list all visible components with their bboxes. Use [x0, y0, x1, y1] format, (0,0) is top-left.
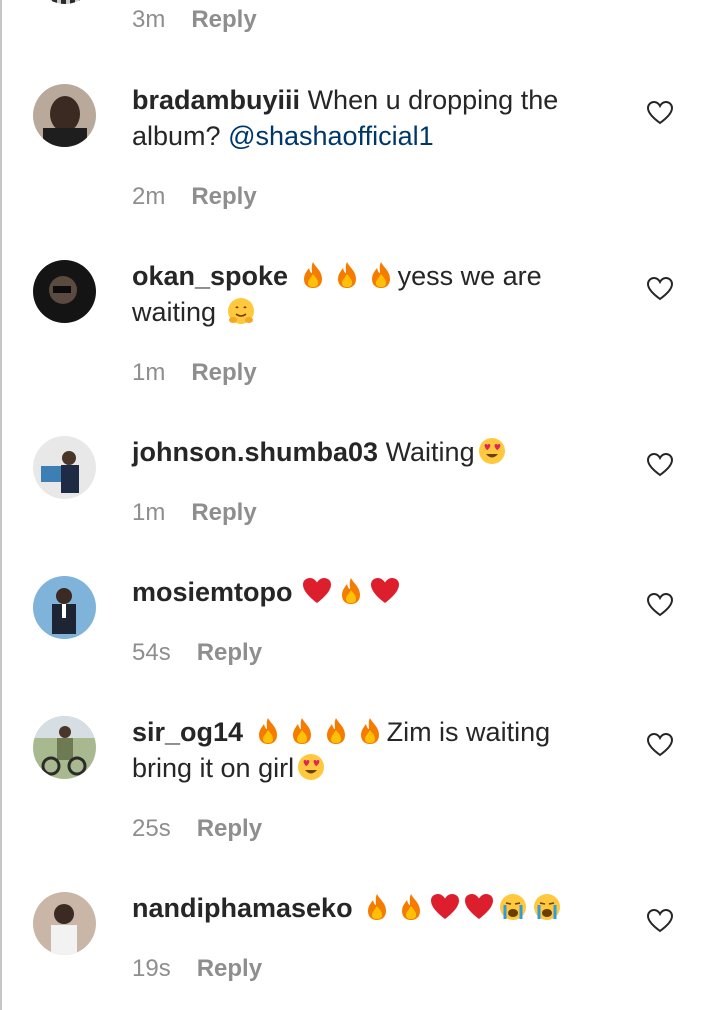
comment-text: sir_og14 Zim is waiting bring it on girl [132, 714, 582, 786]
heart-outline-icon[interactable] [647, 453, 673, 477]
time-label: 2m [132, 183, 166, 210]
username[interactable]: mosiemtopo [132, 577, 293, 607]
comment-text: nandiphamaseko [132, 890, 582, 926]
comment-meta: 19s Reply [132, 955, 262, 983]
avatar[interactable] [33, 84, 96, 147]
reply-button[interactable]: Reply [191, 499, 256, 527]
comment-body: Waiting [385, 437, 475, 467]
red-heart-emoji [464, 892, 494, 922]
time-label: 3m [132, 6, 166, 33]
reply-button[interactable]: Reply [191, 183, 256, 211]
avatar[interactable] [34, 0, 96, 4]
username[interactable]: sir_og14 [132, 717, 243, 747]
fire-emoji [332, 260, 362, 290]
time-label: 1m [132, 499, 166, 526]
avatar[interactable] [33, 716, 96, 779]
screen-edge [0, 0, 2, 1010]
username[interactable]: johnson.shumba03 [132, 437, 378, 467]
reply-button[interactable]: Reply [197, 639, 262, 667]
fire-emoji [355, 716, 385, 746]
red-heart-emoji [302, 576, 332, 606]
red-heart-emoji [430, 892, 460, 922]
time-label: 19s [132, 955, 171, 982]
fire-emoji [321, 716, 351, 746]
mention-link[interactable]: @shashaofficial1 [228, 121, 434, 151]
avatar[interactable] [33, 576, 96, 639]
fire-emoji [366, 260, 396, 290]
comment-meta: 25s Reply [132, 815, 262, 843]
red-heart-emoji [370, 576, 400, 606]
time-label: 1m [132, 359, 166, 386]
fire-emoji [362, 892, 392, 922]
time-label: 25s [132, 815, 171, 842]
heart-eyes-emoji [296, 752, 326, 782]
avatar[interactable] [33, 892, 96, 955]
heart-outline-icon[interactable] [647, 909, 673, 933]
comment-meta: 1m Reply [132, 359, 257, 387]
comment-text: johnson.shumba03 Waiting [132, 434, 582, 470]
fire-emoji [287, 716, 317, 746]
reply-button[interactable]: Reply [191, 6, 256, 34]
fire-emoji [298, 260, 328, 290]
reply-button[interactable]: Reply [197, 955, 262, 983]
comment-meta: 54s Reply [132, 639, 262, 667]
username[interactable]: okan_spoke [132, 261, 288, 291]
heart-outline-icon[interactable] [647, 733, 673, 757]
fire-emoji [253, 716, 283, 746]
comment-meta: 2m Reply [132, 183, 257, 211]
crying-face-emoji [498, 892, 528, 922]
time-label: 54s [132, 639, 171, 666]
hugging-face-emoji [226, 296, 256, 326]
reply-button[interactable]: Reply [191, 359, 256, 387]
comment-meta: 1m Reply [132, 499, 257, 527]
comment-meta: 3m Reply [132, 6, 257, 34]
fire-emoji [336, 576, 366, 606]
avatar[interactable] [33, 436, 96, 499]
comment-text: mosiemtopo [132, 574, 582, 610]
heart-outline-icon[interactable] [647, 277, 673, 301]
username[interactable]: bradambuyiii [132, 85, 300, 115]
fire-emoji [396, 892, 426, 922]
heart-eyes-emoji [477, 436, 507, 466]
comment-text: okan_spoke yess we are waiting [132, 258, 582, 330]
reply-button[interactable]: Reply [197, 815, 262, 843]
heart-outline-icon[interactable] [647, 101, 673, 125]
avatar[interactable] [33, 260, 96, 323]
crying-face-emoji [532, 892, 562, 922]
heart-outline-icon[interactable] [647, 593, 673, 617]
comment-text: bradambuyiii When u dropping the album? … [132, 82, 582, 154]
username[interactable]: nandiphamaseko [132, 893, 353, 923]
